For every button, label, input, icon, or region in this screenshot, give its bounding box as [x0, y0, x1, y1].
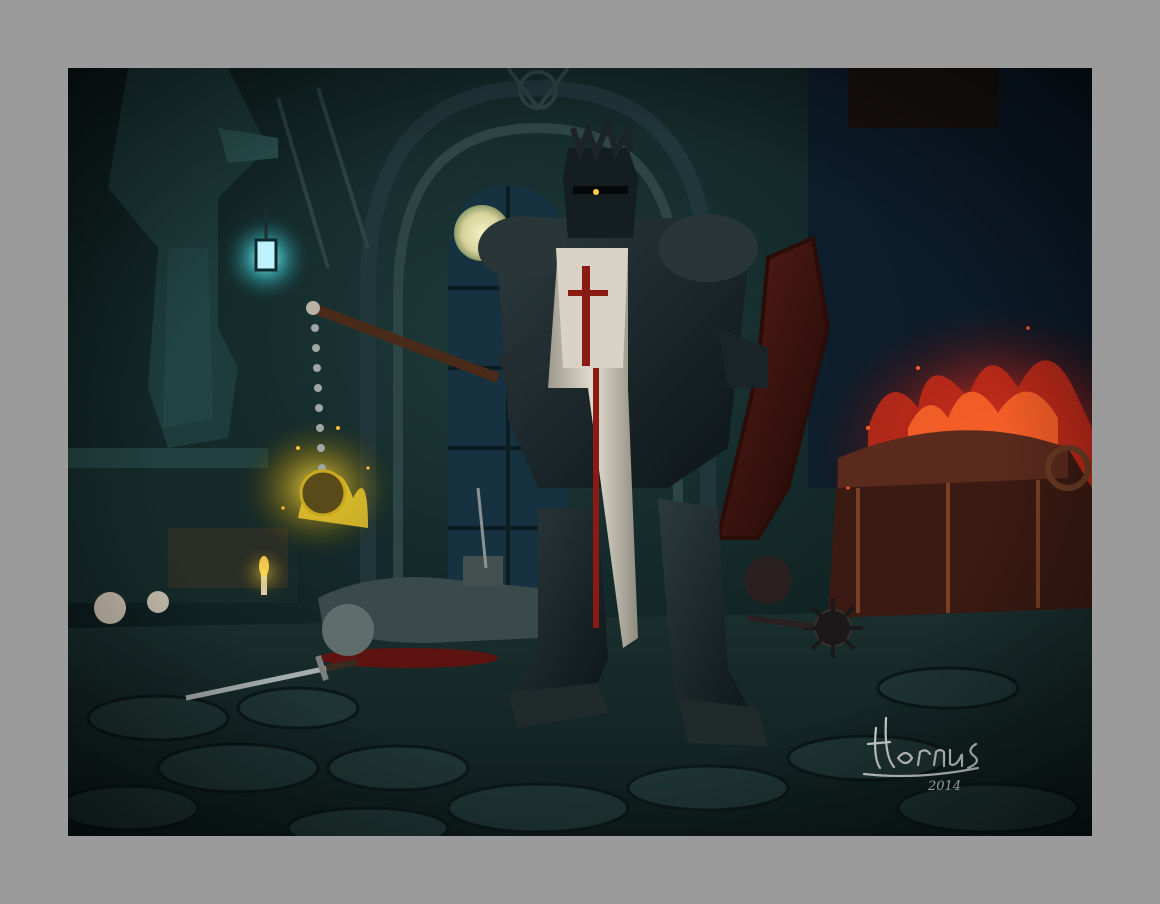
artwork-painting: 2014	[68, 68, 1092, 836]
vignette-overlay	[68, 68, 1092, 836]
crusader-dungeon-scene: 2014	[68, 68, 1092, 836]
picture-frame-mat: 2014	[0, 0, 1160, 904]
